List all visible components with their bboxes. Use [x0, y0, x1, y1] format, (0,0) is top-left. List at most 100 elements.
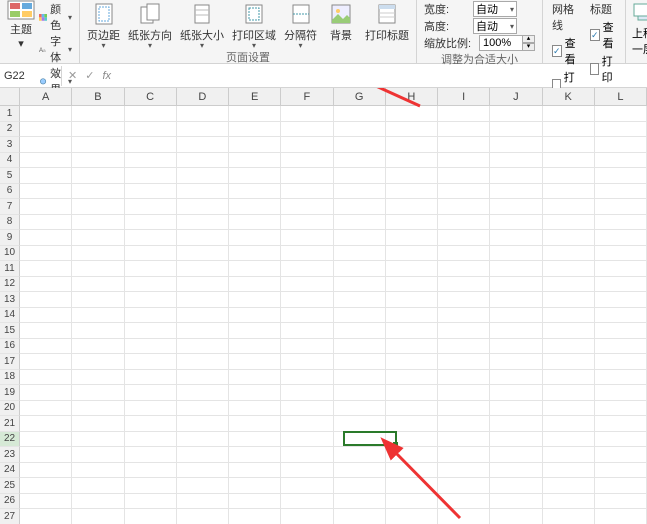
cell[interactable] [177, 261, 229, 277]
spin-down-icon[interactable]: ▾ [523, 43, 535, 51]
cell[interactable] [125, 153, 177, 169]
cell[interactable] [438, 106, 490, 122]
cell[interactable] [125, 292, 177, 308]
cell[interactable] [438, 401, 490, 417]
cell[interactable] [386, 106, 438, 122]
cell[interactable] [386, 354, 438, 370]
cell[interactable] [543, 153, 595, 169]
cell[interactable] [334, 385, 386, 401]
cell[interactable] [595, 261, 647, 277]
cell[interactable] [125, 168, 177, 184]
cell[interactable] [72, 323, 124, 339]
cell[interactable] [386, 323, 438, 339]
cell[interactable] [72, 370, 124, 386]
cell[interactable] [543, 215, 595, 231]
cell[interactable] [595, 184, 647, 200]
cell[interactable] [125, 509, 177, 524]
row-header[interactable]: 11 [0, 261, 20, 277]
cell[interactable] [386, 401, 438, 417]
cell[interactable] [177, 184, 229, 200]
cell[interactable] [334, 354, 386, 370]
cell[interactable] [72, 447, 124, 463]
cell[interactable] [490, 463, 542, 479]
cell[interactable] [177, 447, 229, 463]
cell[interactable] [543, 308, 595, 324]
cell[interactable] [334, 122, 386, 138]
cell[interactable] [386, 494, 438, 510]
cell[interactable] [438, 215, 490, 231]
cell[interactable] [386, 246, 438, 262]
cells-area[interactable] [20, 106, 647, 524]
cell[interactable] [595, 339, 647, 355]
cell[interactable] [334, 509, 386, 524]
cell[interactable] [281, 106, 333, 122]
cell[interactable] [490, 323, 542, 339]
cell[interactable] [490, 354, 542, 370]
column-header[interactable]: F [281, 88, 333, 106]
cell[interactable] [490, 509, 542, 524]
cell[interactable] [20, 277, 72, 293]
cell[interactable] [438, 354, 490, 370]
cell[interactable] [490, 246, 542, 262]
cell[interactable] [72, 385, 124, 401]
margins-button[interactable]: 页边距▾ [83, 0, 124, 49]
cell[interactable] [72, 339, 124, 355]
cell[interactable] [438, 199, 490, 215]
row-header[interactable]: 16 [0, 339, 20, 355]
cell[interactable] [281, 370, 333, 386]
cell[interactable] [438, 122, 490, 138]
cell[interactable] [177, 122, 229, 138]
cell[interactable] [543, 230, 595, 246]
cell[interactable] [490, 447, 542, 463]
cell[interactable] [125, 432, 177, 448]
cell[interactable] [334, 432, 386, 448]
cell[interactable] [125, 478, 177, 494]
cell[interactable] [281, 478, 333, 494]
cell[interactable] [229, 122, 281, 138]
themes-button[interactable]: 主题 ▾ [3, 0, 39, 50]
cell[interactable] [229, 277, 281, 293]
cell[interactable] [281, 137, 333, 153]
cell[interactable] [595, 385, 647, 401]
cell[interactable] [229, 308, 281, 324]
cell[interactable] [177, 308, 229, 324]
cell[interactable] [490, 494, 542, 510]
cell[interactable] [386, 153, 438, 169]
column-header[interactable]: A [20, 88, 72, 106]
cell[interactable] [72, 199, 124, 215]
cell[interactable] [595, 122, 647, 138]
headings-view-checkbox[interactable]: ✓查看 [590, 19, 616, 51]
cell[interactable] [490, 478, 542, 494]
cell[interactable] [20, 292, 72, 308]
cell[interactable] [543, 354, 595, 370]
cell[interactable] [490, 416, 542, 432]
cell[interactable] [334, 184, 386, 200]
cell[interactable] [438, 339, 490, 355]
cell[interactable] [543, 184, 595, 200]
cell[interactable] [20, 494, 72, 510]
row-header[interactable]: 8 [0, 215, 20, 231]
cell[interactable] [386, 463, 438, 479]
cell[interactable] [543, 385, 595, 401]
breaks-button[interactable]: 分隔符▾ [280, 0, 321, 49]
column-header[interactable]: B [72, 88, 124, 106]
cell[interactable] [20, 153, 72, 169]
cell[interactable] [438, 509, 490, 524]
cell[interactable] [334, 246, 386, 262]
cell[interactable] [543, 199, 595, 215]
cell[interactable] [281, 261, 333, 277]
cell[interactable] [229, 153, 281, 169]
scale-width-combo[interactable]: 自动▾ [473, 1, 517, 17]
cell[interactable] [334, 478, 386, 494]
cell[interactable] [125, 416, 177, 432]
cell[interactable] [595, 323, 647, 339]
cell[interactable] [281, 199, 333, 215]
row-header[interactable]: 7 [0, 199, 20, 215]
cell[interactable] [72, 354, 124, 370]
row-header[interactable]: 23 [0, 447, 20, 463]
cell[interactable] [543, 416, 595, 432]
cell[interactable] [490, 137, 542, 153]
cell[interactable] [177, 339, 229, 355]
cell[interactable] [438, 463, 490, 479]
cell[interactable] [438, 153, 490, 169]
